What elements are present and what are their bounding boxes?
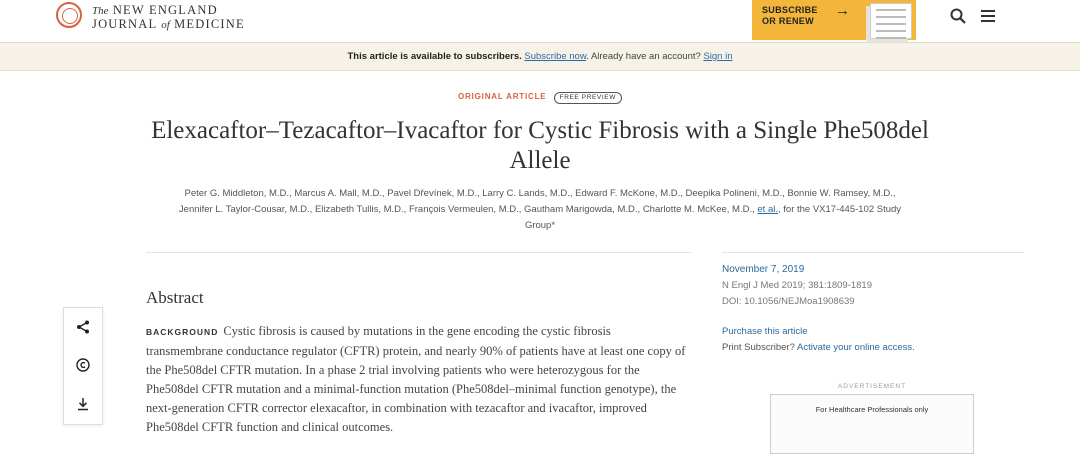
share-icon — [77, 320, 89, 334]
wordmark-line1: NEW ENGLAND — [112, 3, 218, 17]
free-preview-badge: FREE PREVIEW — [553, 92, 622, 104]
article-type: ORIGINAL ARTICLE — [458, 92, 547, 101]
wordmark-of: of — [161, 19, 170, 31]
print-subscriber-text: Print Subscriber? — [722, 342, 795, 353]
wordmark-medicine: MEDICINE — [174, 17, 245, 31]
doi: DOI: 10.1056/NEJMoa1908639 — [722, 296, 855, 307]
sidebar-divider — [722, 252, 1024, 253]
wordmark-journal: JOURNAL — [92, 17, 157, 31]
authors-line-2: Jennifer L. Taylor-Cousar, M.D., Elizabe… — [178, 204, 755, 215]
seal-logo-icon[interactable] — [56, 2, 82, 28]
sign-in-link[interactable]: Sign in — [703, 51, 732, 62]
menu-icon[interactable] — [980, 9, 996, 23]
subscribe-now-link[interactable]: Subscribe now — [524, 51, 586, 62]
abstract-heading: Abstract — [146, 288, 204, 307]
ad-text: For Healthcare Professionals only — [815, 405, 929, 414]
authors-line-3: Group* — [524, 220, 556, 231]
copyright-icon — [76, 358, 90, 372]
advertisement-box[interactable]: For Healthcare Professionals only — [770, 394, 974, 454]
background-text: Cystic fibrosis is caused by mutations i… — [146, 324, 686, 434]
arrow-right-icon: → — [835, 2, 850, 19]
journal-cover-thumbnail — [870, 3, 912, 39]
share-button[interactable] — [64, 308, 102, 346]
journal-wordmark[interactable]: The NEW ENGLAND JOURNAL of MEDICINE — [92, 4, 245, 32]
authors-tail: , for the VX17-445-102 Study — [778, 204, 902, 215]
download-icon — [78, 398, 88, 411]
citation: N Engl J Med 2019; 381:1809-1819 — [722, 280, 872, 291]
subscribe-label-line1: SUBSCRIBE — [762, 5, 818, 15]
authors-line-1: Peter G. Middleton, M.D., Marcus A. Mall… — [184, 188, 896, 199]
subscriber-notice-bar: This article is available to subscribers… — [0, 43, 1080, 71]
subscribe-label-line2: OR RENEW — [762, 16, 814, 26]
purchase-article-link[interactable]: Purchase this article — [722, 324, 1022, 340]
activate-access-link[interactable]: Activate your online access. — [797, 342, 915, 353]
subscriber-message: This article is available to subscribers… — [347, 51, 522, 62]
author-list: Peter G. Middleton, M.D., Marcus A. Mall… — [140, 186, 940, 234]
article-title: Elexacaftor–Tezacaftor–Ivacaftor for Cys… — [151, 117, 929, 174]
account-text: . Already have an account? — [586, 51, 701, 62]
site-header: The NEW ENGLAND JOURNAL of MEDICINE SUBS… — [0, 0, 1080, 43]
permissions-button[interactable] — [64, 346, 102, 384]
wordmark-the: The — [92, 5, 109, 17]
download-button[interactable] — [64, 385, 102, 423]
abstract-background: BACKGROUND Cystic fibrosis is caused by m… — [146, 322, 686, 437]
content-divider — [146, 252, 692, 253]
subscribe-label: SUBSCRIBE OR RENEW — [762, 5, 822, 27]
article-tools-rail — [63, 307, 103, 425]
print-subscriber-row: Print Subscriber? Activate your online a… — [722, 340, 1022, 356]
article-info-sidebar: November 7, 2019 N Engl J Med 2019; 381:… — [722, 262, 1022, 356]
background-label: BACKGROUND — [146, 327, 219, 337]
et-al-link[interactable]: et al. — [757, 204, 778, 215]
publication-date: November 7, 2019 — [722, 264, 805, 275]
article-type-row: ORIGINAL ARTICLE FREE PREVIEW — [0, 92, 1080, 104]
advertisement-label: ADVERTISEMENT — [837, 383, 907, 390]
search-icon[interactable] — [950, 8, 966, 24]
subscribe-or-renew-button[interactable]: SUBSCRIBE OR RENEW → — [752, 0, 916, 40]
